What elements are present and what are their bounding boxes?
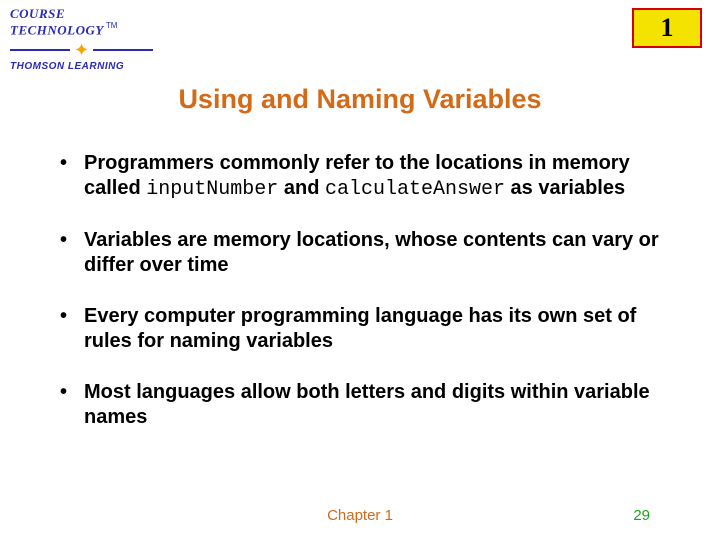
- star-icon: ✦: [74, 41, 89, 59]
- footer-chapter: Chapter 1: [327, 507, 393, 524]
- logo-brand: THOMSON LEARNING: [10, 62, 153, 72]
- slide-footer: Chapter 1 29: [0, 507, 720, 524]
- logo-line: COURSE: [10, 6, 153, 22]
- logo-divider: ✦: [10, 41, 153, 59]
- publisher-logo: COURSE TECHNOLOGYTM ✦ THOMSON LEARNING: [10, 6, 153, 72]
- chapter-badge: 1: [632, 8, 702, 48]
- bullet-text: as variables: [505, 177, 625, 199]
- list-item: Variables are memory locations, whose co…: [60, 228, 664, 278]
- header-row: COURSE TECHNOLOGYTM ✦ THOMSON LEARNING 1: [0, 0, 720, 72]
- code-span: calculateAnswer: [325, 178, 505, 201]
- bullet-text: and: [278, 177, 325, 199]
- logo-line: TECHNOLOGYTM: [10, 22, 153, 38]
- list-item: Most languages allow both letters and di…: [60, 380, 664, 430]
- logo-course: COURSE: [10, 6, 65, 21]
- trademark: TM: [106, 21, 118, 30]
- logo-technology: TECHNOLOGY: [10, 22, 104, 37]
- code-span: inputNumber: [146, 178, 278, 201]
- bullet-list: Programmers commonly refer to the locati…: [0, 115, 720, 430]
- footer-page-number: 29: [633, 507, 650, 524]
- list-item: Programmers commonly refer to the locati…: [60, 151, 664, 202]
- list-item: Every computer programming language has …: [60, 304, 664, 354]
- slide-title: Using and Naming Variables: [0, 84, 720, 115]
